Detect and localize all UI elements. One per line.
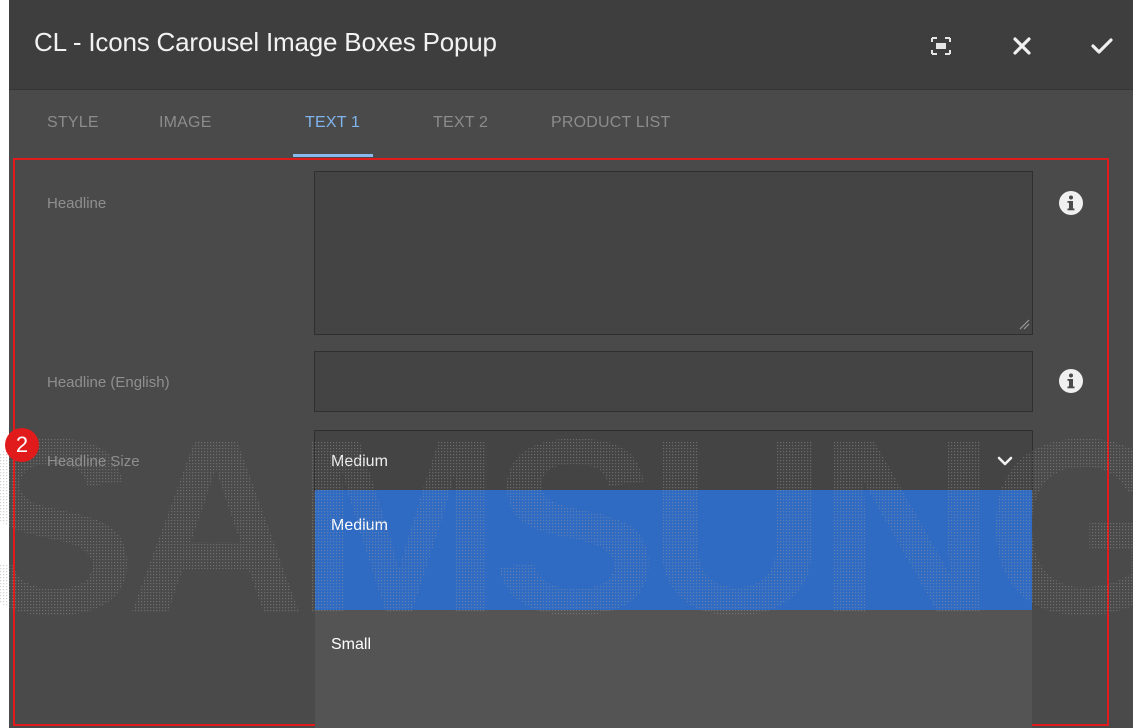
dropdown-option-small[interactable]: Small	[315, 610, 1032, 728]
active-tab-indicator	[293, 154, 373, 157]
dialog: CL - Icons Carousel Image Boxes Popup ST…	[9, 0, 1133, 728]
resize-grip-icon[interactable]	[1018, 318, 1030, 330]
headline-english-info-icon[interactable]	[1057, 367, 1085, 395]
option-label: Medium	[331, 517, 388, 534]
annotation-step-badge: 2	[5, 428, 39, 462]
fullscreen-button[interactable]	[921, 26, 961, 66]
tab-text-2[interactable]: TEXT 2	[433, 114, 488, 132]
close-icon	[1013, 37, 1031, 55]
dialog-header: CL - Icons Carousel Image Boxes Popup	[9, 0, 1133, 90]
tab-image[interactable]: IMAGE	[159, 114, 212, 132]
tab-text-1[interactable]: TEXT 1	[305, 114, 360, 132]
headline-english-input[interactable]	[314, 351, 1033, 412]
headline-english-label: Headline (English)	[47, 374, 170, 391]
dropdown-option-medium[interactable]: Medium	[315, 490, 1032, 610]
fullscreen-icon	[931, 37, 951, 55]
dialog-title: CL - Icons Carousel Image Boxes Popup	[34, 27, 497, 57]
headline-size-select[interactable]: Medium	[314, 430, 1033, 491]
headline-size-label: Headline Size	[47, 453, 140, 470]
headline-textarea[interactable]	[314, 171, 1033, 335]
tab-style[interactable]: STYLE	[47, 114, 99, 132]
headline-label: Headline	[47, 195, 107, 212]
option-label: Small	[331, 636, 372, 653]
tab-bar: STYLE IMAGE TEXT 1 TEXT 2 PRODUCT LIST	[9, 90, 1133, 158]
done-button[interactable]	[1082, 26, 1122, 66]
headline-size-dropdown-list: Medium Small	[315, 490, 1032, 728]
headline-info-icon[interactable]	[1057, 189, 1085, 217]
tab-product-list[interactable]: PRODUCT LIST	[551, 114, 670, 132]
headline-size-selected-value: Medium	[331, 453, 388, 470]
chevron-down-icon	[997, 456, 1013, 466]
close-button[interactable]	[1002, 26, 1042, 66]
check-icon	[1091, 38, 1113, 54]
